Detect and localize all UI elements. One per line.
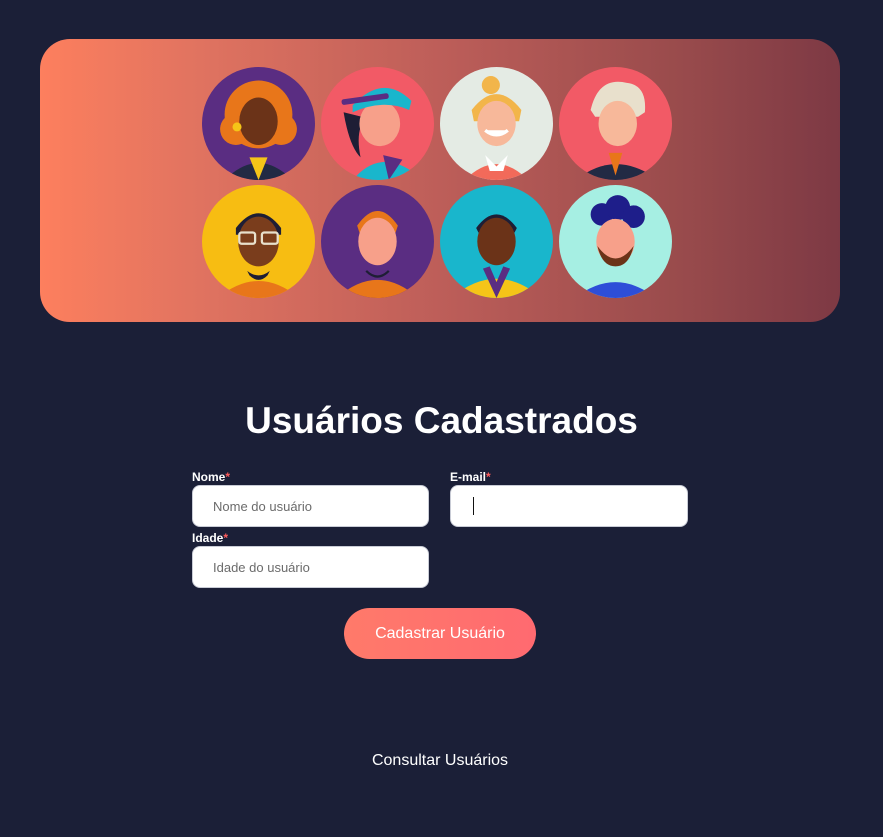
- avatar-woman-curly-orange-hair: [202, 67, 315, 180]
- avatar-man-yellow-jacket: [440, 185, 553, 298]
- required-mark: *: [223, 531, 229, 545]
- hero-banner: [40, 39, 840, 322]
- avatar-man-glasses: [202, 185, 315, 298]
- name-input[interactable]: [192, 485, 429, 527]
- avatar-boy-red-hair: [321, 185, 434, 298]
- avatar-woman-teal-cap: [321, 67, 434, 180]
- name-field-label: Nome*: [192, 470, 230, 484]
- page-title: Usuários Cadastrados: [245, 400, 638, 441]
- email-label-text: E-mail: [450, 470, 487, 484]
- consult-users-link[interactable]: Consultar Usuários: [0, 752, 880, 770]
- email-field-label: E-mail*: [450, 470, 491, 484]
- avatar-man-beard: [559, 185, 672, 298]
- name-label-text: Nome: [192, 470, 226, 484]
- text-cursor: [473, 497, 474, 515]
- age-field-label: Idade*: [192, 531, 228, 545]
- age-input[interactable]: [192, 546, 429, 588]
- email-input[interactable]: [450, 485, 688, 527]
- avatar-woman-blonde-ponytail: [440, 67, 553, 180]
- age-label-text: Idade: [192, 531, 224, 545]
- avatar-man-grey-hair: [559, 67, 672, 180]
- required-mark: *: [486, 470, 491, 484]
- register-user-button[interactable]: Cadastrar Usuário: [344, 608, 536, 659]
- required-mark: *: [225, 470, 231, 484]
